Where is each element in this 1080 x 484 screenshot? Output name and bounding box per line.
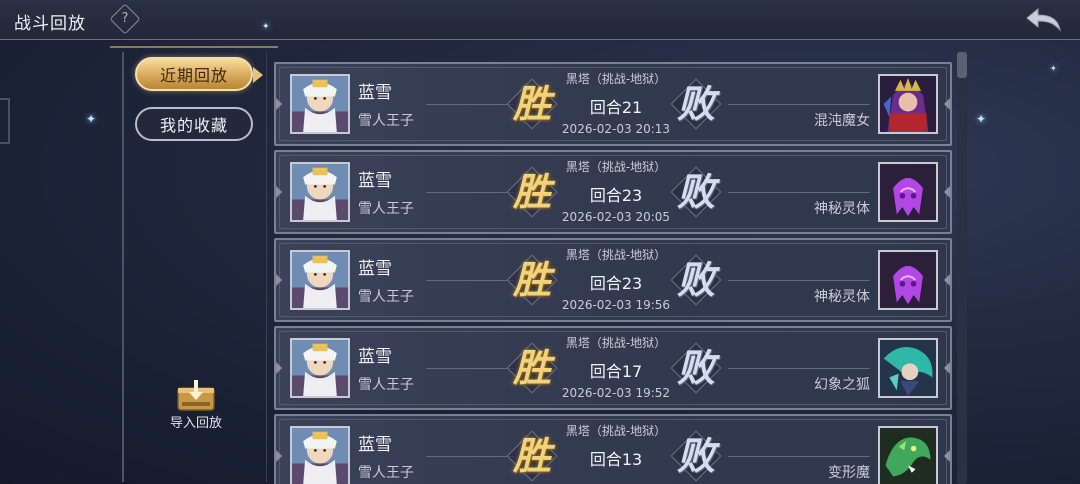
stage-label: 黑塔（挑战-地狱） bbox=[565, 160, 667, 174]
panel-line bbox=[122, 52, 124, 482]
battle-card[interactable]: 蓝雪 雪人王子 胜 黑塔（挑战-地狱） 回合17 2026-02-03 19:5… bbox=[274, 326, 952, 410]
panel-line bbox=[266, 52, 267, 482]
result-lose-badge: 败 bbox=[668, 76, 724, 132]
star-decoration: ✦ bbox=[976, 112, 987, 126]
stage-label: 黑塔（挑战-地狱） bbox=[565, 72, 667, 86]
round-label: 回合21 bbox=[589, 98, 643, 117]
battle-time: 2026-02-03 19:56 bbox=[561, 298, 671, 312]
enemy-name: 神秘灵体 bbox=[814, 201, 870, 217]
battle-time: 2026-02-03 20:05 bbox=[561, 210, 671, 224]
card-arrow-left bbox=[276, 450, 282, 462]
result-lose-text: 败 bbox=[676, 433, 715, 478]
panel-top-border bbox=[110, 46, 278, 48]
battle-list[interactable]: 蓝雪 雪人王子 胜 黑塔（挑战-地狱） 回合21 2026-02-03 20:1… bbox=[272, 46, 956, 484]
import-icon bbox=[177, 380, 215, 411]
side-handle[interactable] bbox=[0, 98, 10, 144]
enemy-name: 幻象之狐 bbox=[814, 377, 870, 393]
hero-name: 蓝雪 bbox=[358, 347, 392, 367]
top-bar: 战斗回放 ? bbox=[0, 0, 1080, 40]
battle-card[interactable]: 蓝雪 雪人王子 胜 黑塔（挑战-地狱） 回合21 2026-02-03 20:1… bbox=[274, 62, 952, 146]
card-arrow-right bbox=[944, 274, 950, 286]
hero-portrait[interactable] bbox=[290, 162, 350, 222]
tab-my-favorites[interactable]: 我的收藏 bbox=[135, 107, 253, 141]
battle-time: 2026-02-03 20:13 bbox=[561, 122, 671, 136]
result-lose-badge: 败 bbox=[668, 340, 724, 396]
enemy-name: 神秘灵体 bbox=[814, 289, 870, 305]
hero-name: 蓝雪 bbox=[358, 259, 392, 279]
result-lose-text: 败 bbox=[676, 81, 715, 126]
hero-name: 蓝雪 bbox=[358, 435, 392, 455]
stage-label: 黑塔（挑战-地狱） bbox=[565, 248, 667, 262]
round-label: 回合13 bbox=[589, 450, 643, 469]
page-title: 战斗回放 bbox=[14, 14, 86, 34]
hero-title: 雪人王子 bbox=[358, 289, 414, 305]
illusion-fox-portrait[interactable] bbox=[878, 338, 938, 398]
round-label: 回合23 bbox=[589, 274, 643, 293]
hero-title: 雪人王子 bbox=[358, 465, 414, 481]
result-lose-badge: 败 bbox=[668, 164, 724, 220]
result-lose-badge: 败 bbox=[668, 252, 724, 308]
back-arrow-icon[interactable] bbox=[1024, 6, 1064, 34]
card-arrow-left bbox=[276, 98, 282, 110]
import-label: 导入回放 bbox=[169, 416, 222, 431]
round-label: 回合23 bbox=[589, 186, 643, 205]
card-arrow-right bbox=[944, 362, 950, 374]
battle-card[interactable]: 蓝雪 雪人王子 胜 黑塔（挑战-地狱） 回合13 败 变形魔 bbox=[274, 414, 952, 484]
hero-name: 蓝雪 bbox=[358, 171, 392, 191]
card-arrow-left bbox=[276, 362, 282, 374]
result-lose-text: 败 bbox=[676, 345, 715, 390]
card-arrow-left bbox=[276, 274, 282, 286]
hero-portrait[interactable] bbox=[290, 426, 350, 484]
result-lose-text: 败 bbox=[676, 169, 715, 214]
hero-portrait[interactable] bbox=[290, 74, 350, 134]
list-scrollbar[interactable] bbox=[957, 50, 967, 484]
tab-recent-replays[interactable]: 近期回放 bbox=[135, 57, 263, 91]
result-lose-badge: 败 bbox=[668, 428, 724, 484]
purple-spirit-portrait[interactable] bbox=[878, 250, 938, 310]
hero-name: 蓝雪 bbox=[358, 83, 392, 103]
help-icon[interactable]: ? bbox=[109, 3, 141, 35]
card-arrow-right bbox=[944, 98, 950, 110]
scrollbar-thumb[interactable] bbox=[957, 52, 967, 78]
hero-portrait[interactable] bbox=[290, 250, 350, 310]
round-label: 回合17 bbox=[589, 362, 643, 381]
hero-title: 雪人王子 bbox=[358, 113, 414, 129]
card-arrow-right bbox=[944, 186, 950, 198]
stage-label: 黑塔（挑战-地狱） bbox=[565, 424, 667, 438]
card-arrow-left bbox=[276, 186, 282, 198]
enemy-name: 混沌魔女 bbox=[814, 113, 870, 129]
enemy-name: 变形魔 bbox=[828, 465, 870, 481]
hero-title: 雪人王子 bbox=[358, 377, 414, 393]
result-lose-text: 败 bbox=[676, 257, 715, 302]
card-arrow-right bbox=[944, 450, 950, 462]
battle-card[interactable]: 蓝雪 雪人王子 胜 黑塔（挑战-地狱） 回合23 2026-02-03 20:0… bbox=[274, 150, 952, 234]
chaos-witch-portrait[interactable] bbox=[878, 74, 938, 134]
import-replay-button[interactable]: 导入回放 bbox=[160, 378, 232, 431]
star-decoration: ✦ bbox=[86, 112, 97, 126]
hero-portrait[interactable] bbox=[290, 338, 350, 398]
battle-card[interactable]: 蓝雪 雪人王子 胜 黑塔（挑战-地狱） 回合23 2026-02-03 19:5… bbox=[274, 238, 952, 322]
green-dragon-portrait[interactable] bbox=[878, 426, 938, 484]
battle-time: 2026-02-03 19:52 bbox=[561, 386, 671, 400]
stage-label: 黑塔（挑战-地狱） bbox=[565, 336, 667, 350]
purple-spirit-portrait[interactable] bbox=[878, 162, 938, 222]
hero-title: 雪人王子 bbox=[358, 201, 414, 217]
star-decoration: ✦ bbox=[262, 22, 270, 32]
star-decoration: ✦ bbox=[1050, 64, 1057, 73]
